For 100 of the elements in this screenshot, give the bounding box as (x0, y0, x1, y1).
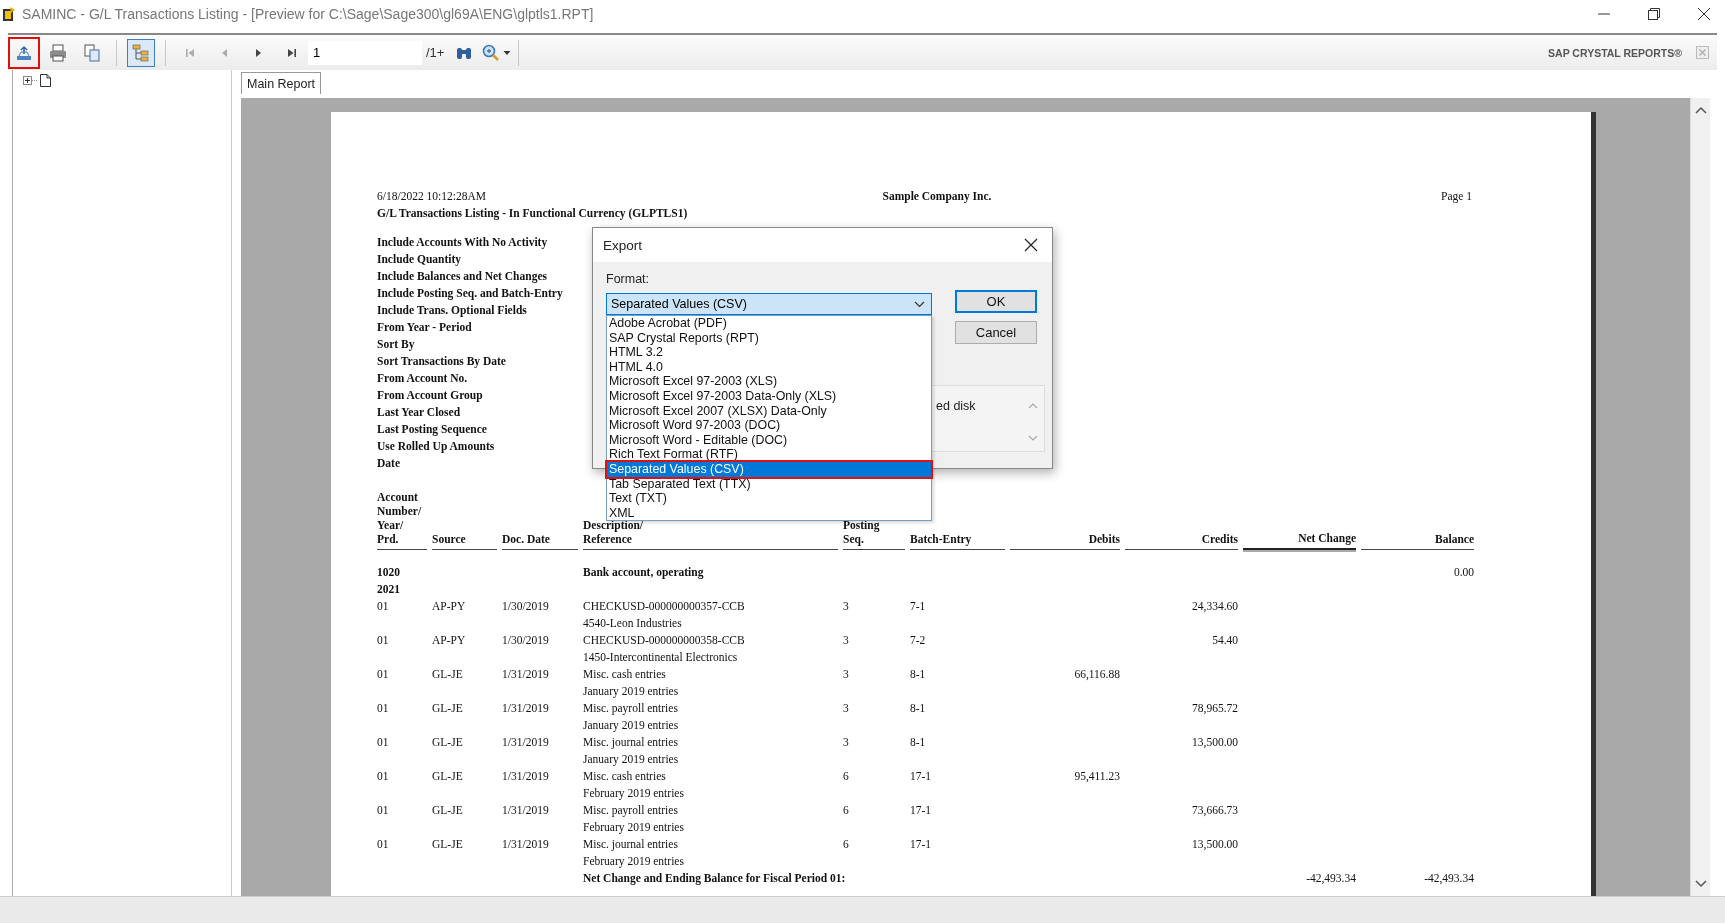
column-header: Credits (1125, 490, 1238, 550)
table-cell-text: 73,666.73 (1191, 803, 1238, 818)
list-item[interactable]: SAP Crystal Reports (RPT) (607, 330, 931, 346)
list-item[interactable]: Microsoft Word - Editable (DOC) (607, 432, 931, 448)
close-icon[interactable] (1697, 7, 1711, 21)
page-number-field[interactable]: 1 (308, 40, 422, 65)
list-item[interactable]: Tab Separated Text (TTX) (607, 476, 931, 492)
table-cell-text: 1/31/2019 (502, 667, 550, 682)
table-cell-text: 6 (843, 803, 850, 818)
table-cell-text: 6 (843, 837, 850, 852)
first-page-icon (186, 48, 194, 57)
list-item[interactable]: Microsoft Excel 2007 (XLSX) Data-Only (607, 403, 931, 419)
print-date: 6/18/2022 10:12:28AM (377, 189, 487, 204)
table-cell-text: 8-1 (910, 701, 927, 716)
table-cell-text: AP-PY (432, 633, 467, 648)
group-tree-button[interactable] (127, 38, 155, 67)
list-item[interactable]: HTML 4.0 (607, 359, 931, 375)
table-cell-text: 78,965.72 (1191, 701, 1238, 716)
table-cell-text: January 2019 entries (583, 684, 679, 700)
next-page-icon (255, 48, 261, 57)
table-cell-text: GL-JE (432, 769, 464, 784)
table-cell-text: Misc. payroll entries (583, 803, 678, 819)
list-item[interactable]: Microsoft Excel 97-2003 (XLS) (607, 374, 931, 389)
list-item[interactable]: Separated Values (CSV) (607, 461, 931, 477)
table-cell-text: Bank account, operating (583, 565, 705, 581)
table-cell-text: 6 (843, 769, 850, 784)
table-cell-text: GL-JE (432, 701, 464, 716)
parameter-label: Include Balances and Net Changes (377, 269, 547, 285)
table-cell-text: 7-1 (910, 599, 927, 614)
export-button[interactable] (10, 38, 38, 67)
table-cell-text: Misc. cash entries (583, 769, 666, 784)
expand-icon[interactable] (23, 75, 39, 86)
table-cell-text: February 2019 entries (583, 854, 684, 870)
report-tab[interactable]: Main Report (241, 72, 322, 94)
table-cell-text: GL-JE (432, 735, 464, 750)
company-name: Sample Company Inc. (881, 189, 993, 205)
cancel-button[interactable]: Cancel (955, 321, 1037, 344)
scroll-down-icon[interactable] (1694, 880, 1707, 888)
table-cell-text: 0.00 (1452, 565, 1474, 580)
table-cell-text: -42,493.34 (1423, 871, 1474, 886)
table-cell-text: 24,334.60 (1191, 599, 1238, 614)
table-cell-text: 1/31/2019 (502, 701, 550, 716)
table-cell-text: Net Change and Ending Balance for Fiscal Period 01: (583, 871, 847, 887)
window-title: SAMINC - G/L Transactions Listing - [Preview for C:\Sage\Sage300\gl69A\ENG\glptls1.RPT] (22, 6, 594, 22)
table-cell-text: 95,411.23 (1073, 769, 1120, 784)
table-cell-text: 1450-Intercontinental Electronics (583, 650, 738, 665)
list-item[interactable]: HTML 3.2 (607, 345, 931, 360)
table-cell-text: 8-1 (910, 667, 927, 682)
column-header: Account Number/ Year/ Prd. (377, 490, 427, 550)
table-cell-text: CHECKUSD-000000000358-CCB (583, 633, 745, 648)
table-cell-text: 7-2 (910, 633, 927, 648)
parameter-label: From Account No. (377, 371, 468, 386)
document-icon[interactable] (40, 74, 51, 87)
table-cell-text: 3 (843, 667, 850, 682)
column-header: Source (432, 490, 497, 550)
list-item[interactable]: Rich Text Format (RTF) (607, 447, 931, 462)
table-cell-text: February 2019 entries (583, 786, 684, 802)
scrollbar[interactable] (1690, 98, 1710, 896)
table-cell-text: 8-1 (910, 735, 927, 750)
table-cell-text: February 2019 entries (583, 820, 684, 836)
table-cell-text: 01 (377, 667, 390, 682)
parameter-label: Last Year Closed (377, 405, 461, 420)
field-label: Format: (606, 272, 651, 286)
page-count: /1+ (426, 45, 445, 60)
table-cell-text: CHECKUSD-000000000357-CCB (583, 599, 745, 614)
parameter-label: Sort Transactions By Date (377, 354, 506, 370)
restore-icon[interactable] (1647, 7, 1661, 21)
table-cell-text: GL-JE (432, 803, 464, 818)
table-cell-text: 17-1 (910, 803, 933, 818)
report-title: G/L Transactions Listing - In Functional Currency (GLPTLS1) (377, 206, 689, 222)
parameter-label: Include Quantity (377, 252, 462, 268)
table-cell-text: Misc. journal entries (583, 735, 678, 751)
parameter-label: Use Rolled Up Amounts (377, 439, 495, 455)
table-cell-text: January 2019 entries (583, 752, 679, 768)
table-cell-text: 66,116.88 (1073, 667, 1120, 682)
table-cell-text: 01 (377, 735, 390, 750)
table-cell-text: 1/30/2019 (502, 599, 550, 614)
list-item[interactable]: Adobe Acrobat (PDF) (607, 316, 931, 331)
list-item[interactable]: Microsoft Word 97-2003 (DOC) (607, 418, 931, 433)
table-cell-text: 01 (377, 769, 390, 784)
close-icon[interactable] (1024, 238, 1038, 252)
ok-button[interactable]: OK (955, 290, 1037, 313)
list-item[interactable]: Microsoft Excel 97-2003 Data-Only (XLS) (607, 388, 931, 404)
table-cell-text: Misc. cash entries (583, 667, 666, 682)
table-cell-text: AP-PY (432, 599, 467, 614)
parameter-label: Sort By (377, 337, 415, 353)
table-cell-text: 3 (843, 701, 850, 716)
parameter-label: From Account Group (377, 388, 483, 404)
format-dropdown[interactable]: Separated Values (CSV) (606, 293, 932, 315)
table-cell-text: 01 (377, 701, 390, 716)
table-cell-text: 1/30/2019 (502, 633, 550, 648)
table-cell-text: 1020 (377, 565, 400, 580)
parameter-label: Include Accounts With No Activity (377, 235, 548, 251)
app-icon (2, 6, 16, 22)
parameter-label: From Year - Period (377, 320, 472, 335)
parameter-label: Last Posting Sequence (377, 422, 487, 438)
column-header: Balance (1361, 490, 1474, 550)
scroll-up-icon[interactable] (1694, 106, 1707, 114)
caret-icon (503, 49, 512, 56)
previous-page-icon (221, 48, 227, 57)
